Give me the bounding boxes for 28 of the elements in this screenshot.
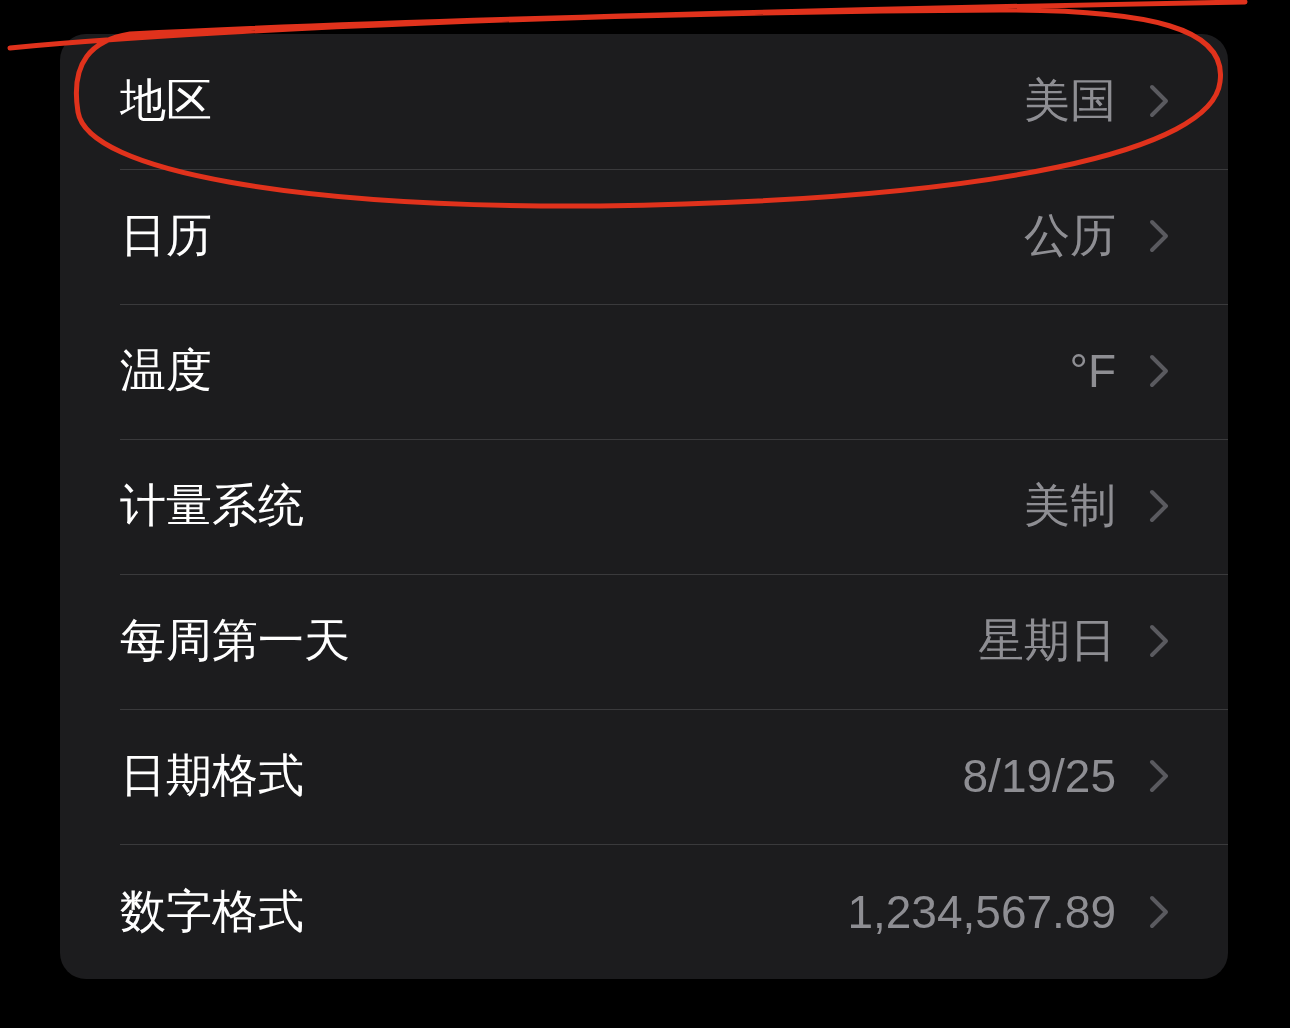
settings-row[interactable]: 温度 °F	[60, 304, 1228, 439]
chevron-icon	[1148, 488, 1170, 524]
row-label: 每周第一天	[120, 613, 351, 668]
row-label: 地区	[120, 73, 213, 128]
settings-row[interactable]: 地区 美国	[60, 34, 1228, 169]
row-value: 1,234,567.89	[847, 884, 1116, 939]
row-value: °F	[1069, 344, 1116, 398]
chevron-icon	[1148, 893, 1170, 930]
settings-row[interactable]: 每周第一天 星期日	[60, 574, 1228, 709]
row-label: 温度	[120, 343, 213, 398]
settings-row[interactable]: 数字格式 1,234,567.89	[60, 844, 1228, 979]
settings-row[interactable]: 计量系统 美制	[60, 439, 1228, 574]
chevron-icon	[1148, 758, 1170, 794]
settings-row[interactable]: 日历 公历	[60, 169, 1228, 304]
row-value: 星期日	[978, 613, 1116, 668]
row-value: 美制	[1024, 478, 1116, 533]
row-label: 数字格式	[120, 883, 305, 939]
chevron-icon	[1148, 353, 1170, 389]
row-value: 公历	[1024, 208, 1116, 263]
row-value: 美国	[1024, 73, 1116, 128]
settings-row[interactable]: 日期格式 8/19/25	[60, 709, 1228, 844]
chevron-icon	[1148, 623, 1170, 659]
row-label: 日期格式	[120, 748, 305, 803]
row-label: 日历	[120, 208, 213, 263]
row-label: 计量系统	[120, 478, 305, 533]
chevron-icon	[1148, 218, 1170, 254]
chevron-icon	[1148, 83, 1170, 119]
row-value: 8/19/25	[962, 749, 1116, 803]
